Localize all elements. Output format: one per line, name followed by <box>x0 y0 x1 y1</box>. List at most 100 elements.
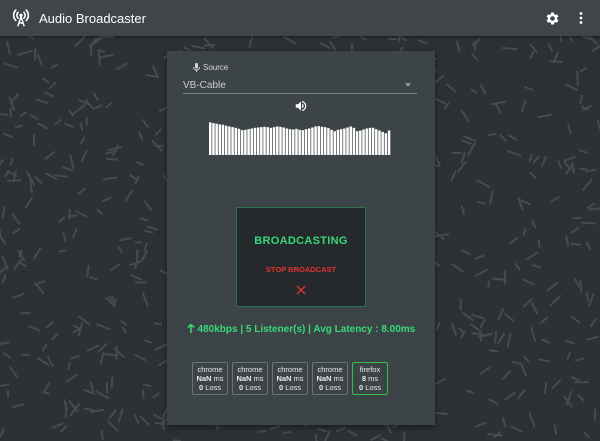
listener-loss-label: Loss <box>285 383 302 392</box>
listener-latency: NaN <box>236 374 252 383</box>
meter-bar <box>330 129 333 155</box>
meter-bar <box>362 129 365 155</box>
meter-bar <box>292 129 295 155</box>
listener-card-active: firefox 8 ms 0 Loss <box>352 362 388 395</box>
microphone-icon <box>193 63 200 72</box>
listener-loss: 0 <box>238 383 244 392</box>
listener-loss: 0 <box>198 383 204 392</box>
meter-bar <box>381 131 384 155</box>
arrow-up-icon <box>187 323 195 333</box>
source-label: Source <box>193 63 228 72</box>
meter-bar <box>279 126 282 155</box>
meter-bar <box>215 123 218 155</box>
listener-latency: 8 <box>361 374 367 383</box>
meter-bar <box>349 126 352 155</box>
meter-bar <box>311 127 314 155</box>
more-menu-button[interactable] <box>569 6 593 30</box>
listener-list: chrome NaN ms 0 Loss chrome NaN ms 0 Los… <box>192 362 388 395</box>
listener-card: chrome NaN ms 0 Loss <box>232 362 268 395</box>
meter-bar <box>314 126 317 155</box>
stop-broadcast-button[interactable]: STOP BROADCAST <box>237 265 365 274</box>
meter-bar <box>276 126 279 155</box>
gear-icon <box>546 11 558 24</box>
close-icon[interactable] <box>296 285 306 295</box>
listener-card: chrome NaN ms 0 Loss <box>192 362 228 395</box>
meter-bar <box>218 124 222 155</box>
meter-bar <box>301 130 305 155</box>
meter-bar <box>307 128 311 155</box>
listener-latency: NaN <box>276 374 292 383</box>
listener-card: chrome NaN ms 0 Loss <box>312 362 348 395</box>
meter-bar <box>375 129 378 155</box>
meter-bar <box>240 130 244 155</box>
meter-bar <box>288 129 292 155</box>
meter-bar <box>336 129 340 155</box>
meter-bar <box>266 127 269 155</box>
listener-loss-label: Loss <box>205 383 222 392</box>
meter-bar <box>260 127 263 155</box>
listener-browser: chrome <box>277 365 303 374</box>
listener-loss: 0 <box>278 383 284 392</box>
meter-bar <box>346 127 349 155</box>
listener-latency: NaN <box>316 374 332 383</box>
listener-card: chrome NaN ms 0 Loss <box>272 362 308 395</box>
listener-latency: NaN <box>196 374 212 383</box>
meter-bar <box>333 131 337 155</box>
dropdown-arrow-icon <box>405 83 411 87</box>
meter-bar <box>231 127 234 155</box>
meter-bar <box>359 130 362 155</box>
meter-bar <box>317 126 321 155</box>
meter-bar <box>387 130 391 155</box>
meter-bar <box>343 128 346 155</box>
meter-bar <box>285 128 289 155</box>
meter-bar <box>209 122 212 155</box>
meter-bar <box>298 129 301 155</box>
listener-latency-unit: ms <box>293 374 304 383</box>
stats-text: 480kbps | 5 Listener(s) | Avg Latency : … <box>197 324 416 335</box>
meter-bar <box>263 126 266 155</box>
meter-bar <box>224 125 228 155</box>
meter-bar <box>368 127 372 155</box>
meter-bar <box>378 130 381 155</box>
meter-bar <box>256 127 260 155</box>
meter-bar <box>384 133 388 155</box>
antenna-icon <box>12 9 30 27</box>
meter-bar <box>221 124 225 155</box>
listener-latency-unit: ms <box>333 374 344 383</box>
meter-bar <box>371 127 375 155</box>
meter-bar <box>355 131 359 155</box>
more-vert-icon <box>579 12 583 24</box>
meter-bar <box>228 126 231 155</box>
meter-bar <box>365 128 368 155</box>
meter-bar <box>234 127 238 155</box>
meter-bar <box>269 127 273 155</box>
meter-bar <box>282 127 285 155</box>
listener-loss: 0 <box>318 383 324 392</box>
meter-bar <box>295 128 298 155</box>
listener-loss-label: Loss <box>325 383 342 392</box>
meter-bar <box>327 128 330 155</box>
meter-bar <box>320 126 324 155</box>
listener-loss: 0 <box>358 383 364 392</box>
audio-level-meter <box>209 122 391 155</box>
meter-bar <box>323 127 327 155</box>
meter-bar <box>253 127 257 155</box>
broadcast-panel: Source VB-Cable BROADCASTING STOP BROADC… <box>167 51 435 425</box>
meter-bar <box>247 129 250 155</box>
volume-icon[interactable] <box>294 99 308 113</box>
listener-browser: chrome <box>237 365 263 374</box>
listener-latency-unit: ms <box>213 374 224 383</box>
meter-bar <box>250 128 253 155</box>
meter-bar <box>212 123 215 155</box>
settings-button[interactable] <box>540 6 564 30</box>
broadcast-control: BROADCASTING STOP BROADCAST <box>236 207 366 307</box>
meter-bar <box>352 127 356 155</box>
app-title: Audio Broadcaster <box>39 10 146 26</box>
listener-loss-label: Loss <box>365 383 382 392</box>
meter-bar <box>244 129 247 155</box>
listener-browser: chrome <box>317 365 343 374</box>
meter-bar <box>237 128 241 155</box>
source-select[interactable]: VB-Cable <box>183 77 417 94</box>
listener-loss-label: Loss <box>245 383 262 392</box>
listener-latency-unit: ms <box>253 374 264 383</box>
